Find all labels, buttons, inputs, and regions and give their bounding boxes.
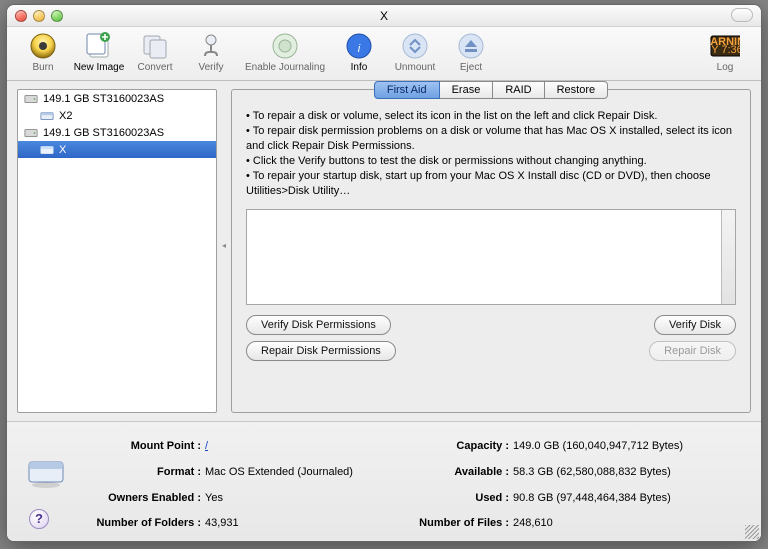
titlebar: X [7, 5, 761, 27]
convert-button[interactable]: Convert [127, 31, 183, 73]
instr-line: • Click the Verify buttons to test the d… [246, 154, 736, 169]
owners-value: Yes [205, 492, 381, 516]
burn-icon [28, 31, 58, 61]
eject-icon [456, 31, 486, 61]
close-button[interactable] [15, 10, 27, 22]
volume-label: X2 [59, 110, 72, 122]
folders-value: 43,931 [205, 517, 381, 541]
new-image-label: New Image [74, 62, 125, 73]
toolbar: Burn New Image Convert Verify Enable Jou… [7, 27, 761, 81]
eject-label: Eject [460, 62, 482, 73]
unmount-icon [400, 31, 430, 61]
volume-label: X [59, 144, 66, 156]
instructions-text: • To repair a disk or volume, select its… [232, 99, 750, 205]
files-key: Number of Files : [389, 517, 509, 541]
available-key: Available : [389, 466, 509, 490]
used-value: 90.8 GB (97,448,464,384 Bytes) [513, 492, 683, 516]
available-value: 58.3 GB (62,580,088,832 Bytes) [513, 466, 683, 490]
mount-point-key: Mount Point : [81, 440, 201, 464]
folders-key: Number of Folders : [81, 517, 201, 541]
log-button[interactable]: WARNINGY 7:36 Log [697, 31, 753, 73]
journaling-icon [270, 31, 300, 61]
scrollbar[interactable] [721, 210, 735, 304]
format-key: Format : [81, 466, 201, 490]
disk-label: 149.1 GB ST3160023AS [43, 127, 164, 139]
new-image-icon [84, 31, 114, 61]
instr-line: • To repair your startup disk, start up … [246, 169, 736, 199]
disk-list[interactable]: 149.1 GB ST3160023AS X2 149.1 GB ST31600… [17, 89, 217, 413]
tab-first-aid[interactable]: First Aid [374, 81, 440, 99]
harddrive-icon [24, 93, 38, 105]
capacity-value: 149.0 GB (160,040,947,712 Bytes) [513, 440, 683, 464]
eject-button[interactable]: Eject [443, 31, 499, 73]
content-area: 149.1 GB ST3160023AS X2 149.1 GB ST31600… [7, 81, 761, 541]
instr-line: • To repair a disk or volume, select its… [246, 109, 736, 124]
tab-bar: First Aid Erase RAID Restore [232, 81, 750, 99]
verify-permissions-button[interactable]: Verify Disk Permissions [246, 315, 391, 335]
help-button[interactable]: ? [29, 509, 49, 529]
info-left-column: Mount Point : / Format : Mac OS Extended… [81, 440, 381, 541]
mount-point-value[interactable]: / [205, 440, 381, 464]
info-icon: i [344, 31, 374, 61]
window: X Burn New Image Convert Verify [6, 4, 762, 542]
traffic-lights [7, 10, 63, 22]
tab-restore[interactable]: Restore [545, 81, 609, 99]
toolbar-toggle-button[interactable] [731, 8, 753, 22]
log-label: Log [717, 62, 734, 73]
tab-raid[interactable]: RAID [493, 81, 544, 99]
volume-icon [40, 145, 54, 155]
log-output [246, 209, 736, 305]
window-title: X [7, 9, 761, 23]
convert-label: Convert [137, 62, 172, 73]
verify-label: Verify [198, 62, 223, 73]
files-value: 248,610 [513, 517, 683, 541]
svg-text:Y 7:36: Y 7:36 [711, 44, 740, 56]
verify-button[interactable]: Verify [183, 31, 239, 73]
capacity-key: Capacity : [389, 440, 509, 464]
minimize-button[interactable] [33, 10, 45, 22]
volume-icon [40, 111, 54, 121]
disk-row[interactable]: 149.1 GB ST3160023AS [18, 90, 216, 107]
info-button[interactable]: i Info [331, 31, 387, 73]
instr-line: • To repair disk permission problems on … [246, 124, 736, 154]
used-key: Used : [389, 492, 509, 516]
resize-handle[interactable] [745, 525, 759, 539]
verify-icon [196, 31, 226, 61]
owners-key: Owners Enabled : [81, 492, 201, 516]
unmount-button[interactable]: Unmount [387, 31, 443, 73]
journaling-label: Enable Journaling [245, 62, 325, 73]
info-label: Info [351, 62, 368, 73]
main-panel: First Aid Erase RAID Restore • To repair… [231, 89, 751, 413]
info-right-column: Capacity : 149.0 GB (160,040,947,712 Byt… [389, 440, 683, 541]
repair-permissions-button[interactable]: Repair Disk Permissions [246, 341, 396, 361]
splitter-handle[interactable]: ◂ [222, 241, 226, 250]
convert-icon [140, 31, 170, 61]
disk-label: 149.1 GB ST3160023AS [43, 93, 164, 105]
burn-label: Burn [32, 62, 53, 73]
volume-row[interactable]: X2 [18, 107, 216, 124]
enable-journaling-button[interactable]: Enable Journaling [239, 31, 331, 73]
unmount-label: Unmount [395, 62, 436, 73]
harddrive-icon [24, 127, 38, 139]
new-image-button[interactable]: New Image [71, 31, 127, 73]
burn-button[interactable]: Burn [15, 31, 71, 73]
verify-disk-button[interactable]: Verify Disk [654, 315, 736, 335]
disk-row[interactable]: 149.1 GB ST3160023AS [18, 124, 216, 141]
log-icon: WARNINGY 7:36 [710, 31, 740, 61]
format-value: Mac OS Extended (Journaled) [205, 466, 381, 490]
info-footer: Mount Point : / Format : Mac OS Extended… [7, 421, 761, 541]
tab-erase[interactable]: Erase [440, 81, 494, 99]
volume-row-selected[interactable]: X [18, 141, 216, 158]
zoom-button[interactable] [51, 10, 63, 22]
repair-disk-button: Repair Disk [649, 341, 736, 361]
